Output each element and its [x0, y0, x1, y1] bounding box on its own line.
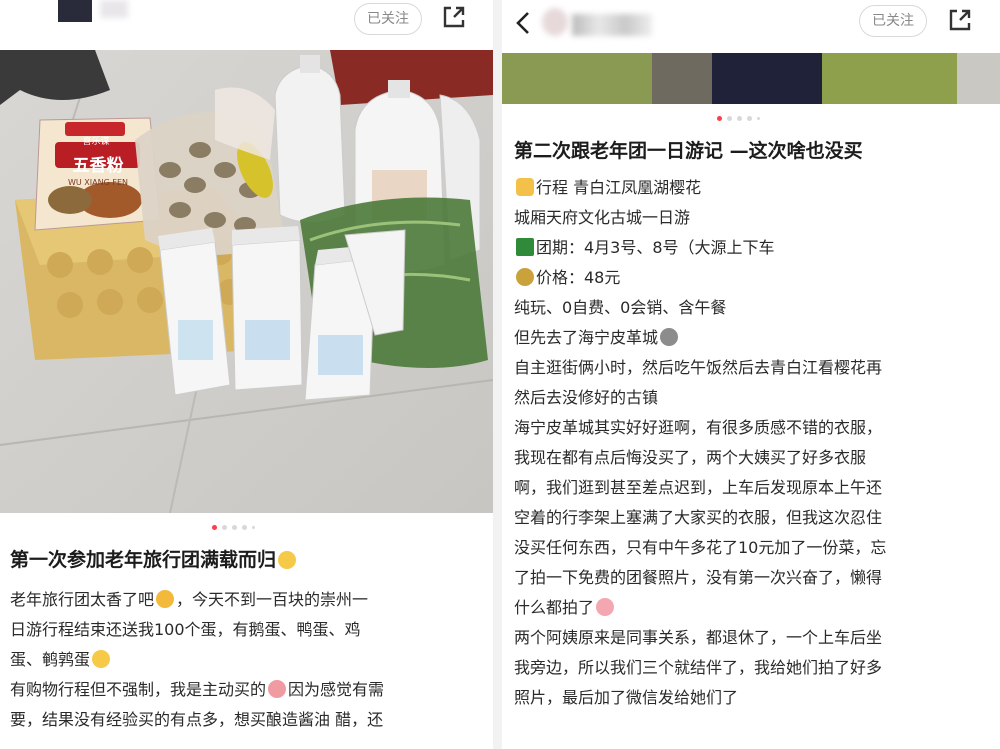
body-line: 日游行程结束还送我100个蛋，有鹅蛋、鸭蛋、鸡: [10, 620, 361, 639]
left-top-bar: 已关注: [0, 0, 493, 50]
author-avatar[interactable]: [58, 0, 92, 22]
poop-emoji-icon: [660, 328, 679, 346]
body-line: 两个阿姨原来是同事关系，都退休了，一个上车后坐: [514, 628, 883, 647]
carousel-dot[interactable]: [252, 525, 255, 529]
grin-emoji-icon: [92, 650, 111, 668]
author-name-blurred: [100, 0, 128, 18]
package-title: 五香粉: [72, 156, 124, 176]
body-line: 啊，我们逛到甚至差点迟到，上车后发现原本上午还: [514, 478, 883, 497]
body-line: 有购物行程但不强制，我是主动买的 因为感觉有需: [10, 680, 385, 699]
body-line: 什么都拍了: [514, 593, 886, 623]
post-title-text: 第一次参加老年旅行团满载而归: [10, 549, 277, 571]
body-line: 但先去了海宁皮革城: [514, 323, 886, 353]
tree-icon: [516, 238, 534, 256]
carousel-dot[interactable]: [727, 115, 732, 121]
body-line: 纯玩、0自费、0会销、含午餐: [514, 298, 727, 317]
pointing-hand-icon: [516, 178, 534, 196]
carousel-dot[interactable]: [232, 524, 237, 530]
follow-button[interactable]: 已关注: [859, 5, 927, 37]
carousel-dot[interactable]: [757, 116, 760, 120]
body-line: 空着的行李架上塞满了大家买的衣服，但我这次忍住: [514, 508, 883, 527]
groceries-photo: [0, 50, 493, 513]
money-bag-icon: [516, 268, 534, 286]
right-post-panel: 已关注 第二次跟老年团一日游记 —这次啥也没买 行程 青白江凤凰湖樱花 城厢天府…: [502, 0, 1000, 749]
author-avatar[interactable]: [542, 8, 568, 36]
body-line: 照片，最后加了微信发给她们了: [514, 688, 739, 707]
sleepy-emoji-icon: [596, 598, 615, 616]
post-photo[interactable]: 喜乐谋 五香粉 WU XIANG FEN: [0, 50, 493, 513]
smirk-emoji-icon: [156, 590, 175, 608]
body-line: 城厢天府文化古城一日游: [514, 208, 691, 227]
panel-divider: [493, 0, 502, 749]
share-icon[interactable]: [441, 4, 467, 30]
body-line: 海宁皮革城其实好好逛啊，有很多质感不错的衣服，: [514, 418, 883, 437]
post-body: 行程 青白江凤凰湖樱花 城厢天府文化古城一日游 团期：4月3号、8号（大源上下车…: [514, 173, 886, 713]
body-line: 要，结果没有经验买的有点多，想买酿造酱油 醋，还: [10, 710, 384, 729]
shy-emoji-icon: [268, 680, 287, 698]
body-line: 没买任何东西，只有中午多花了10元加了一份菜，忘: [514, 538, 887, 557]
body-line: 价格：48元: [514, 263, 886, 293]
laughing-emoji-icon: [278, 551, 297, 569]
carousel-dot[interactable]: [717, 115, 722, 121]
share-icon[interactable]: [947, 7, 973, 33]
body-line: 然后去没修好的古镇: [514, 388, 659, 407]
carousel-dot[interactable]: [222, 524, 227, 530]
carousel-dot[interactable]: [737, 115, 742, 121]
body-line: 行程 青白江凤凰湖樱花: [514, 173, 886, 203]
package-label: 喜乐谋 五香粉 WU XIANG FEN: [56, 136, 140, 188]
carousel-dots: [717, 113, 760, 123]
author-name-blurred: [572, 14, 652, 36]
body-line: 蛋、鹌鹑蛋: [10, 645, 384, 675]
body-line: 老年旅行团太香了吧 ，今天不到一百块的崇州一: [10, 590, 369, 609]
body-line: 团期：4月3号、8号（大源上下车: [514, 233, 886, 263]
follow-button[interactable]: 已关注: [354, 3, 422, 35]
package-brand: 喜乐谋: [82, 137, 110, 147]
body-line: 了拍一下免费的团餐照片，没有第一次兴奋了，懒得: [514, 568, 883, 587]
post-body: 老年旅行团太香了吧 ，今天不到一百块的崇州一 日游行程结束还送我100个蛋，有鹅蛋…: [10, 585, 384, 735]
chevron-left-icon[interactable]: [514, 10, 532, 36]
post-title: 第二次跟老年团一日游记 —这次啥也没买: [514, 140, 863, 162]
right-top-bar: 已关注: [502, 0, 1000, 50]
outdoor-photo: [502, 53, 1000, 104]
post-photo[interactable]: [502, 53, 1000, 104]
carousel-dot[interactable]: [747, 115, 752, 121]
body-line: 我现在都有点后悔没买了，两个大姨买了好多衣服: [514, 448, 867, 467]
package-subtitle: WU XIANG FEN: [68, 178, 128, 187]
left-post-panel: 已关注 喜乐谋 五香粉 WU XIANG FEN 第一次参加老年旅行团满载而归 …: [0, 0, 493, 749]
body-line: 我旁边，所以我们三个就结伴了，我给她们拍了好多: [514, 658, 883, 677]
carousel-dot[interactable]: [212, 524, 217, 530]
body-line: 自主逛街俩小时，然后吃午饭然后去青白江看樱花再: [514, 358, 883, 377]
carousel-dot[interactable]: [242, 524, 247, 530]
post-title: 第一次参加老年旅行团满载而归: [10, 547, 298, 573]
carousel-dots: [212, 522, 255, 532]
